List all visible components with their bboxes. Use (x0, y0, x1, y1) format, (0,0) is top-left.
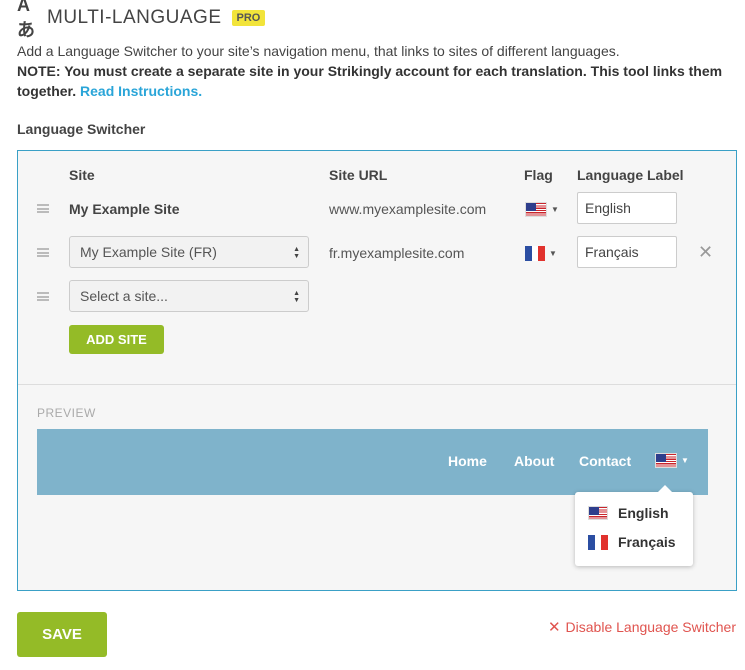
pro-badge: PRO (231, 10, 266, 26)
select-arrows-icon: ▲ ▼ (293, 290, 300, 304)
drag-handle-icon[interactable] (37, 248, 49, 257)
language-label-input[interactable] (577, 236, 677, 268)
us-flag-icon (588, 506, 608, 520)
flag-picker[interactable]: ▼ (525, 201, 559, 217)
disable-label: Disable Language Switcher (565, 619, 736, 635)
nav-item-home[interactable]: Home (448, 453, 487, 469)
divider (18, 384, 736, 385)
us-flag-icon (525, 201, 547, 217)
caret-down-icon: ▼ (549, 248, 557, 258)
site-name: My Example Site (69, 201, 180, 217)
caret-down-icon: ▼ (551, 204, 559, 214)
site-select-placeholder: Select a site... (80, 288, 168, 304)
disable-language-switcher-link[interactable]: ✕ Disable Language Switcher (548, 618, 736, 636)
select-arrows-icon: ▲ ▼ (293, 246, 300, 260)
intro-text: Add a Language Switcher to your site’s n… (17, 41, 737, 101)
dropdown-item-label: Français (618, 534, 676, 550)
dropdown-item-label: English (618, 505, 669, 521)
close-icon: ✕ (547, 619, 561, 636)
site-row: My Example Site www.myexamplesite.com ▼ (18, 192, 736, 226)
us-flag-icon (655, 453, 677, 468)
nav-item-contact[interactable]: Contact (579, 453, 631, 469)
section-header: Aあ MULTI-LANGUAGE PRO (17, 0, 266, 40)
language-switcher-toggle[interactable]: ▼ (655, 453, 689, 468)
site-select[interactable]: My Example Site (FR) ▲ ▼ (69, 236, 309, 268)
language-switcher-label: Language Switcher (17, 121, 146, 137)
column-header-flag: Flag (524, 167, 553, 183)
column-header-site: Site (69, 167, 95, 183)
add-site-button[interactable]: ADD SITE (69, 325, 164, 354)
multi-language-settings: Aあ MULTI-LANGUAGE PRO Add a Language Swi… (0, 0, 745, 670)
site-row: My Example Site (FR) ▲ ▼ fr.myexamplesite… (18, 236, 736, 270)
drag-handle-icon[interactable] (37, 204, 49, 213)
fr-flag-icon (525, 245, 546, 261)
language-switcher-panel: Site Site URL Flag Language Label My Exa… (17, 150, 737, 591)
caret-down-icon: ▼ (681, 456, 689, 465)
site-select-value: My Example Site (FR) (80, 244, 217, 260)
new-site-select[interactable]: Select a site... ▲ ▼ (69, 280, 309, 312)
save-button[interactable]: SAVE (17, 612, 107, 657)
language-dropdown: English Français (575, 485, 693, 566)
remove-row-icon[interactable]: ✕ (698, 242, 713, 263)
column-header-site-url: Site URL (329, 167, 388, 183)
language-label-input[interactable] (577, 192, 677, 224)
navigation-preview: Home About Contact ▼ (37, 429, 708, 495)
dropdown-item-francais[interactable]: Français (588, 533, 676, 551)
preview-label: PREVIEW (37, 406, 96, 420)
intro-description: Add a Language Switcher to your site’s n… (17, 43, 620, 59)
page-title: MULTI-LANGUAGE (47, 7, 222, 28)
fr-flag-icon (588, 534, 609, 550)
site-url: fr.myexamplesite.com (329, 245, 465, 261)
read-instructions-link[interactable]: Read Instructions. (80, 83, 202, 99)
new-site-row: Select a site... ▲ ▼ (18, 280, 736, 314)
dropdown-item-english[interactable]: English (588, 504, 669, 522)
flag-picker[interactable]: ▼ (525, 245, 557, 261)
site-url: www.myexamplesite.com (329, 201, 487, 217)
translate-icon: Aあ (17, 0, 35, 40)
drag-handle-icon[interactable] (37, 292, 49, 301)
column-header-language-label: Language Label (577, 167, 684, 183)
nav-item-about[interactable]: About (514, 453, 554, 469)
